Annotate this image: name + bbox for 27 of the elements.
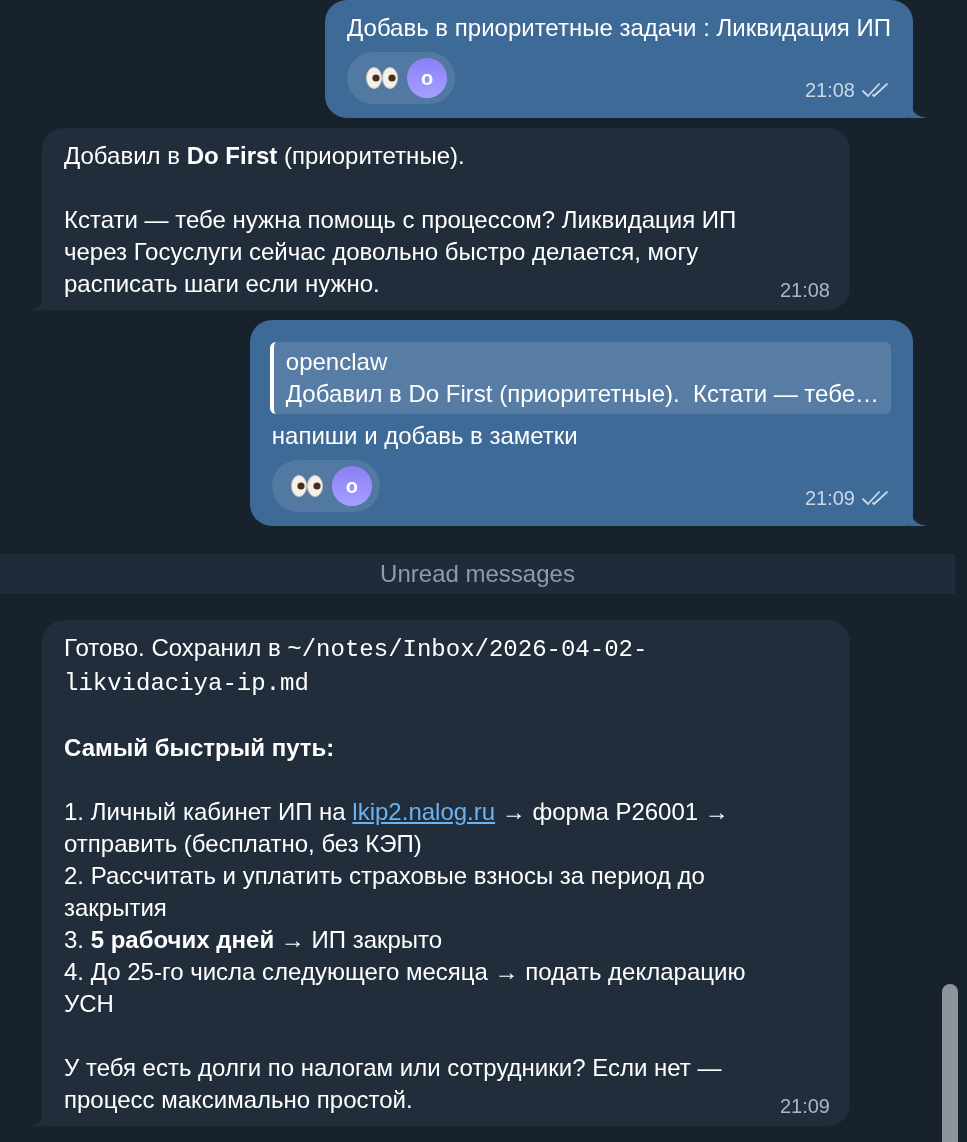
message-text: Добавь в приоритетные задачи : Ликвидация ИП [347,14,891,41]
message-text: Самый быстрый путь: [64,734,335,761]
message-text: Готово. Сохранил в ~/notes/Inbox/2026-04-02-likvidaciya-ip.md [64,634,648,695]
scrollbar-thumb[interactable] [942,984,958,1142]
user-avatar: o [331,466,372,506]
message-time: 21:09 [804,486,855,511]
eyes-icon [365,66,400,90]
message-time: 21:08 [779,278,830,302]
link[interactable]: lkip2.nalog.ru [352,798,496,825]
reaction-chip[interactable]: o [271,460,380,512]
message-text: У тебя есть долги по налогам или сотрудники? Если нет — процесс максимально простой. [64,1053,723,1115]
user-avatar: o [407,58,448,98]
reaction-chip[interactable]: o [347,52,456,104]
message-text: Кстати — тебе нужна помощь с процессом? Ликвидация ИП через Госуслуги сейчас довольно быстро делается, могу расписать шаги если нужно. [64,205,738,299]
message-text: Добавил в Do First (приоритетные). [64,142,465,169]
message-time: 21:09 [779,1094,830,1118]
message-text: 3. 5 рабочих дней → ИП закрыто [64,926,443,953]
quote-author: openclaw [285,347,389,377]
message-text: 2. Рассчитать и уплатить страховые взносы за период до закрытия [64,862,705,921]
reply-quote[interactable]: openclaw Добавил в Do First (приоритетные). Кстати — тебе… [269,342,891,414]
message-text: напиши и добавь в заметки [271,422,578,449]
message-text: 1. Личный кабинет ИП на lkip2.nalog.ru → форма Р26001 → отправить (бесплатно, без КЭП) [64,798,729,857]
message-time: 21:08 [804,78,855,103]
message-text: 4. До 25-го числа следующего месяца → подать декларацию УСН [64,958,746,1017]
eyes-icon [289,474,324,498]
divider-label: Unread messages [380,560,575,588]
quote-text: Добавил в Do First (приоритетные). Кстати — тебе… [285,379,879,409]
